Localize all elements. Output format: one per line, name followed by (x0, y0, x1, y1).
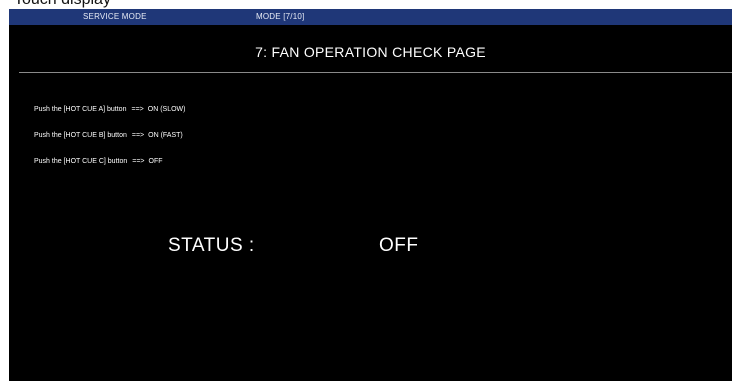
service-mode-label: SERVICE MODE (83, 12, 147, 21)
instruction-text: Push the [HOT CUE A] button (34, 106, 127, 113)
header-bar: SERVICE MODE MODE [7/10] (9, 9, 732, 25)
mode-indicator: MODE [7/10] (256, 12, 305, 21)
instruction-row-hot-cue-a: Push the [HOT CUE A] button ==> ON (SLOW) (34, 105, 185, 131)
status-label: STATUS : (168, 235, 255, 256)
instruction-row-hot-cue-b: Push the [HOT CUE B] button ==> ON (FAST) (34, 131, 185, 157)
status-value: OFF (379, 235, 419, 256)
instruction-result: OFF (148, 158, 163, 165)
title-divider (19, 72, 732, 73)
instruction-arrow: ==> (131, 132, 145, 139)
instruction-row-hot-cue-c: Push the [HOT CUE C] button ==> OFF (34, 157, 185, 183)
instruction-text: Push the [HOT CUE C] button (34, 158, 128, 165)
instruction-text: Push the [HOT CUE B] button (34, 132, 127, 139)
instruction-arrow: ==> (132, 158, 145, 165)
instruction-result: ON (FAST) (148, 132, 183, 139)
image-caption: Touch display (14, 0, 111, 9)
page-title: 7: FAN OPERATION CHECK PAGE (255, 44, 486, 60)
instruction-result: ON (SLOW) (147, 106, 186, 113)
instruction-arrow: ==> (131, 106, 144, 113)
instruction-list: Push the [HOT CUE A] button ==> ON (SLOW) … (34, 105, 185, 183)
touch-display-screen: SERVICE MODE MODE [7/10] 7: FAN OPERATIO… (9, 9, 732, 381)
